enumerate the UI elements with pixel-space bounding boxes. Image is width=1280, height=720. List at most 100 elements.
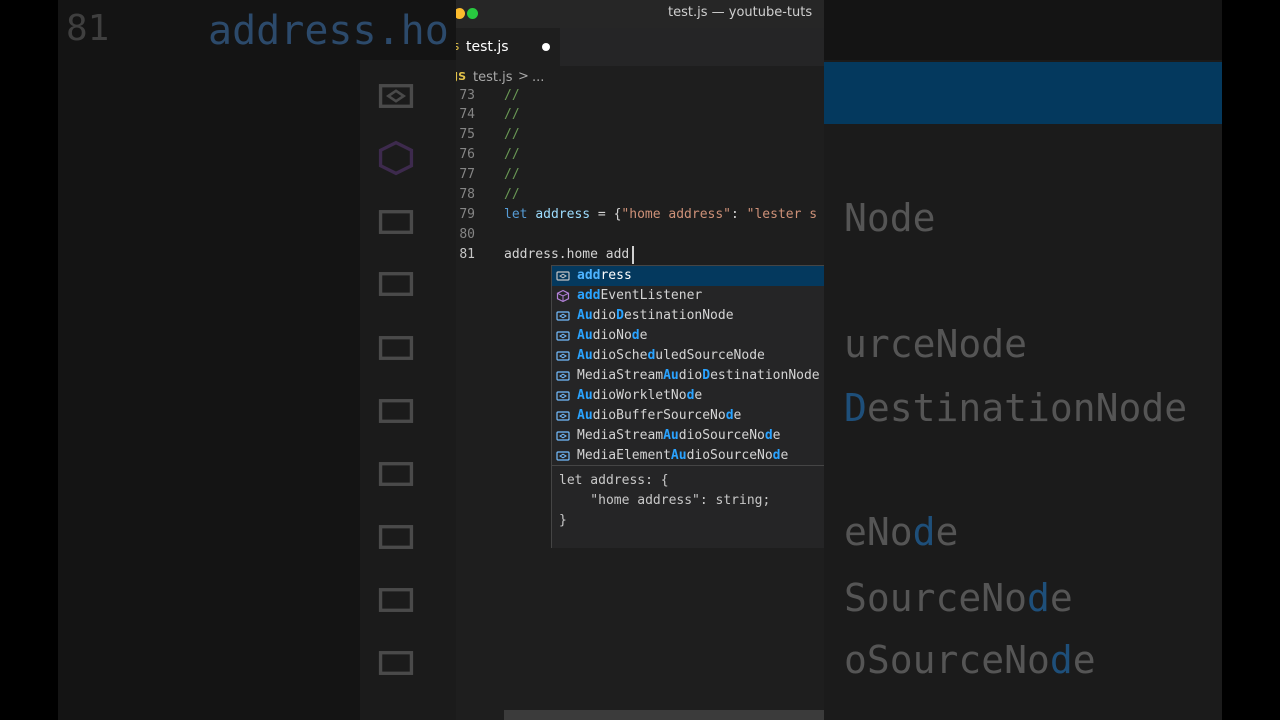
background-code: address.ho xyxy=(208,8,449,54)
suggestion-item[interactable]: MediaStreamAudioDestinationNode xyxy=(552,366,824,386)
background-selected-row xyxy=(824,62,1224,124)
maximize-button[interactable] xyxy=(467,8,478,19)
suggestion-label: MediaElementAudioSourceNode xyxy=(577,448,789,463)
variable-icon xyxy=(556,369,570,383)
background-variable-icon xyxy=(372,204,420,240)
suggestion-item[interactable]: AudioBufferSourceNode xyxy=(552,406,824,426)
background-word: Node xyxy=(844,196,936,240)
suggestion-label: AudioNode xyxy=(577,328,648,343)
suggestion-label: MediaStreamAudioDestinationNode xyxy=(577,368,820,383)
background-variable-icon xyxy=(372,456,420,492)
background-line-number: 81 xyxy=(66,8,110,49)
background-edge xyxy=(1222,0,1280,720)
code-text: // xyxy=(504,187,520,202)
background-variable-icon xyxy=(372,519,420,555)
code-line[interactable]: 77 // xyxy=(456,165,824,185)
code-text: // xyxy=(504,127,520,142)
code-line[interactable]: 74 // xyxy=(456,105,824,125)
line-number: 73 xyxy=(459,88,475,103)
tab-test-js[interactable]: s test.js xyxy=(456,28,560,66)
suggestion-label: AudioDestinationNode xyxy=(577,308,734,323)
variable-icon xyxy=(556,349,570,363)
background-word: DestinationNode xyxy=(844,386,1188,430)
suggestion-item[interactable]: addEventListener xyxy=(552,286,824,306)
horizontal-scrollbar[interactable] xyxy=(504,710,824,720)
suggestion-item[interactable]: address xyxy=(552,266,824,286)
suggestion-label: AudioWorkletNode xyxy=(577,388,703,403)
code-text: address.home add xyxy=(504,247,630,262)
suggestion-item[interactable]: AudioNode xyxy=(552,326,824,346)
unsaved-dot-icon[interactable] xyxy=(542,43,550,51)
suggestion-item[interactable]: MediaElementAudioSourceNode xyxy=(552,446,824,466)
code-text: // xyxy=(504,107,520,122)
background-variable-icon xyxy=(372,330,420,366)
tab-bar: s test.js xyxy=(456,28,824,66)
suggest-widget: address addEventListener AudioDestinatio… xyxy=(551,265,824,548)
line-number: 75 xyxy=(459,127,475,142)
breadcrumb-file[interactable]: test.js xyxy=(473,70,512,85)
line-number: 79 xyxy=(459,207,475,222)
code-line[interactable]: 78 // xyxy=(456,185,824,205)
background-word: SourceNode xyxy=(844,576,1073,620)
variable-icon xyxy=(556,389,570,403)
code-line[interactable]: 73 // xyxy=(456,86,824,106)
suggestion-item[interactable]: AudioScheduledSourceNode xyxy=(552,346,824,366)
suggestion-label: MediaStreamAudioSourceNode xyxy=(577,428,781,443)
code-text: let address = {"home address": "lester s xyxy=(504,207,818,222)
js-file-icon: s xyxy=(456,39,460,53)
line-number: 74 xyxy=(459,107,475,122)
code-text: // xyxy=(504,167,520,182)
method-icon xyxy=(556,289,570,303)
line-number: 78 xyxy=(459,187,475,202)
variable-icon xyxy=(556,309,570,323)
suggestion-details: let address: { "home address": string; } xyxy=(552,465,824,548)
variable-icon xyxy=(556,449,570,463)
details-line: let address: { xyxy=(559,473,669,488)
variable-icon xyxy=(556,269,570,283)
background-variable-icon xyxy=(372,645,420,681)
background-variable-icon xyxy=(372,78,420,114)
breadcrumb-more[interactable]: ... xyxy=(532,70,544,85)
variable-icon xyxy=(556,429,570,443)
code-line[interactable]: 80 xyxy=(456,225,824,245)
line-number: 80 xyxy=(459,227,475,242)
chevron-right-icon: > xyxy=(518,69,529,84)
suggestion-label: address xyxy=(577,268,632,283)
background-variable-icon xyxy=(372,393,420,429)
code-text: // xyxy=(504,147,520,162)
background-method-icon xyxy=(372,140,420,176)
variable-icon xyxy=(556,409,570,423)
line-number: 76 xyxy=(459,147,475,162)
code-text: // xyxy=(504,88,520,103)
editor-window: test.js — youtube-tuts s test.js JS test… xyxy=(456,0,824,720)
details-line: } xyxy=(559,513,567,528)
suggestion-label: AudioBufferSourceNode xyxy=(577,408,742,423)
window-title: test.js — youtube-tuts xyxy=(668,5,813,20)
background-variable-icon xyxy=(372,582,420,618)
details-line: "home address": string; xyxy=(559,493,771,508)
line-number: 81 xyxy=(459,247,475,262)
variable-icon xyxy=(556,329,570,343)
suggestion-label: AudioScheduledSourceNode xyxy=(577,348,765,363)
background-left: 81 address.ho xyxy=(0,0,456,720)
title-bar: test.js — youtube-tuts xyxy=(456,0,824,28)
code-line[interactable]: 75 // xyxy=(456,125,824,145)
background-word: eNode xyxy=(844,510,959,554)
js-file-icon: JS xyxy=(456,70,467,83)
background-right: Node urceNode DestinationNode eNode Sour… xyxy=(824,0,1280,720)
background-edge xyxy=(0,0,58,720)
tab-label: test.js xyxy=(466,39,509,55)
background-word: oSourceNode xyxy=(844,638,1096,682)
minimize-button[interactable] xyxy=(456,8,465,19)
line-number: 77 xyxy=(459,167,475,182)
suggestion-item[interactable]: AudioDestinationNode xyxy=(552,306,824,326)
suggestion-label: addEventListener xyxy=(577,288,703,303)
background-word: urceNode xyxy=(844,322,1028,366)
code-line[interactable]: 79 let address = {"home address": "leste… xyxy=(456,205,824,225)
code-line[interactable]: 76 // xyxy=(456,145,824,165)
suggestion-item[interactable]: AudioWorkletNode xyxy=(552,386,824,406)
text-cursor xyxy=(632,246,634,264)
background-variable-icon xyxy=(372,266,420,302)
code-line-active[interactable]: 81 address.home add xyxy=(456,245,824,265)
suggestion-item[interactable]: MediaStreamAudioSourceNode xyxy=(552,426,824,446)
